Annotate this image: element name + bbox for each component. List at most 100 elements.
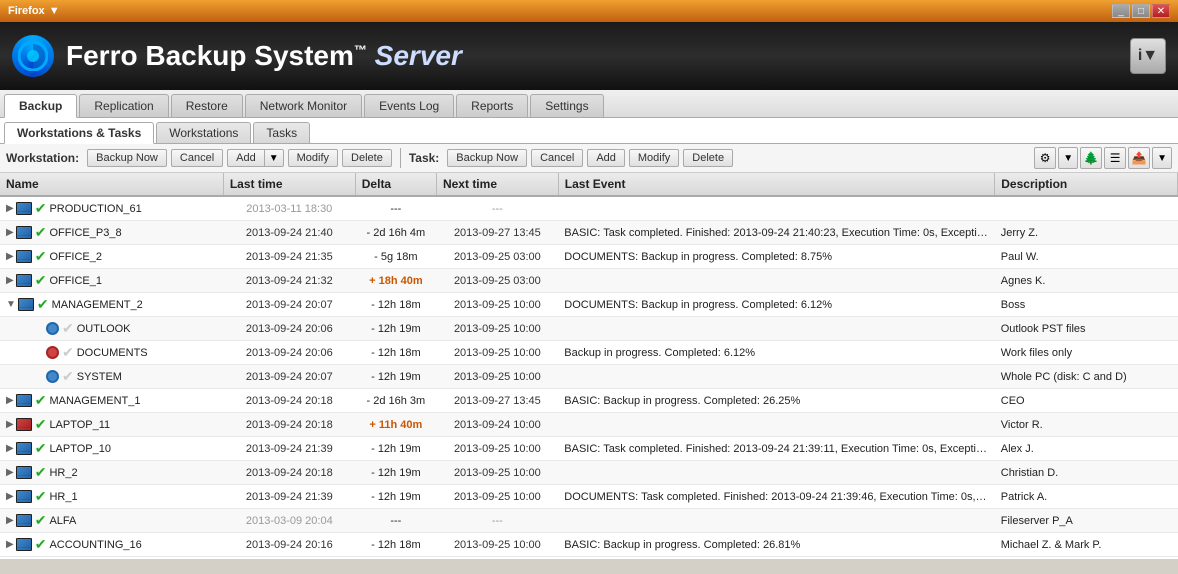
settings-icon-btn[interactable]: ⚙: [1034, 147, 1056, 169]
window-controls: _ □ ✕: [1112, 4, 1170, 18]
subtab-tasks[interactable]: Tasks: [253, 122, 310, 143]
firefox-dropdown-arrow[interactable]: ▼: [49, 5, 60, 17]
row-name: OFFICE_P3_8: [49, 227, 121, 239]
task-backup-now-button[interactable]: Backup Now: [447, 149, 527, 167]
toolbar-right-icons: ⚙ ▼ 🌲 ☰ 📤 ▼: [1034, 147, 1172, 169]
tab-backup[interactable]: Backup: [4, 94, 77, 118]
expand-icon[interactable]: ▶: [6, 467, 14, 478]
expand-icon[interactable]: ▶: [6, 515, 14, 526]
delta-cell: - 5g 18m: [355, 245, 436, 269]
status-ok-icon: ✔: [35, 272, 47, 289]
table-row[interactable]: ✔ OUTLOOK 2013-09-24 20:06 - 12h 19m 201…: [0, 317, 1178, 341]
name-cell: ✔ OUTLOOK: [0, 317, 223, 341]
delta-cell: ---: [355, 509, 436, 533]
collapse-icon[interactable]: ▼: [6, 299, 16, 310]
firefox-bar: Firefox ▼ _ □ ✕: [0, 0, 1178, 22]
modify-button[interactable]: Modify: [288, 149, 338, 167]
delta-cell: - 2d 16h 4m: [355, 221, 436, 245]
description-cell: Fileserver P_A: [995, 509, 1178, 533]
delta-plus: + 18h 40m: [369, 275, 423, 287]
table-row[interactable]: ▶ ✔ ACCOUNTING_16 2013-09-24 20:16 - 12h…: [0, 533, 1178, 557]
last-event-cell: [558, 413, 994, 437]
settings-dropdown[interactable]: ▼: [1058, 147, 1078, 169]
status-ok-icon: ✔: [35, 248, 47, 265]
close-button[interactable]: ✕: [1152, 4, 1170, 18]
last-time-cell: 2013-09-24 20:18: [223, 413, 355, 437]
name-cell: ▶ ✔ ACCOUNTING_16: [0, 533, 223, 557]
expand-icon[interactable]: ▶: [6, 395, 14, 406]
table-row[interactable]: ▼ ✔ MANAGEMENT_2 2013-09-24 20:07 - 12h …: [0, 293, 1178, 317]
task-delete-button[interactable]: Delete: [683, 149, 733, 167]
info-button[interactable]: i ▼: [1130, 38, 1166, 74]
description-cell: Boss: [995, 293, 1178, 317]
last-event-cell: DOCUMENTS: Backup in progress. Completed…: [558, 245, 994, 269]
expand-icon[interactable]: ▶: [6, 491, 14, 502]
expand-icon[interactable]: ▶: [6, 203, 14, 214]
task-cancel-button[interactable]: Cancel: [531, 149, 583, 167]
subtab-workstations[interactable]: Workstations: [156, 122, 251, 143]
list-icon-btn[interactable]: ☰: [1104, 147, 1126, 169]
tab-events-log[interactable]: Events Log: [364, 94, 454, 117]
expand-icon[interactable]: ▶: [6, 419, 14, 430]
last-time-cell: 2013-09-24 21:32: [223, 269, 355, 293]
table-row[interactable]: ▶ ✔ LAPTOP_11 2013-09-24 20:18 + 11h 40m…: [0, 413, 1178, 437]
description-cell: Christian D.: [995, 461, 1178, 485]
status-ok-icon: ✔: [35, 416, 47, 433]
last-time-cell: 2013-09-24 21:39: [223, 485, 355, 509]
expand-icon[interactable]: ▶: [6, 275, 14, 286]
add-dropdown-button[interactable]: ▼: [264, 149, 284, 167]
backup-now-button[interactable]: Backup Now: [87, 149, 167, 167]
last-event-cell: [558, 509, 994, 533]
expand-icon[interactable]: ▶: [6, 227, 14, 238]
delta-cell: + 11h 40m: [355, 413, 436, 437]
add-button[interactable]: Add: [227, 149, 264, 167]
delta-cell: - 12h 18m: [355, 533, 436, 557]
tab-reports[interactable]: Reports: [456, 94, 528, 117]
delete-button[interactable]: Delete: [342, 149, 392, 167]
last-event-cell: DOCUMENTS: Task completed. Finished: 201…: [558, 485, 994, 509]
tree-icon-btn[interactable]: 🌲: [1080, 147, 1102, 169]
table-row[interactable]: ▶ ✔ OFFICE_2 2013-09-24 21:35 - 5g 18m 2…: [0, 245, 1178, 269]
col-nexttime: Next time: [436, 173, 558, 196]
export-dropdown[interactable]: ▼: [1152, 147, 1172, 169]
status-ok-icon: ✔: [35, 512, 47, 529]
table-row[interactable]: ▶ ✔ LAPTOP_10 2013-09-24 21:39 - 12h 19m…: [0, 437, 1178, 461]
expand-icon[interactable]: ▶: [6, 443, 14, 454]
last-event-cell: BASIC: Task completed. Finished: 2013-09…: [558, 437, 994, 461]
delta-minus: - 5g 18m: [374, 251, 417, 263]
minimize-button[interactable]: _: [1112, 4, 1130, 18]
tab-restore[interactable]: Restore: [171, 94, 243, 117]
firefox-button[interactable]: Firefox ▼: [8, 5, 60, 17]
name-cell: ▶ ✔ HR_1: [0, 485, 223, 509]
next-time-cell: 2013-09-24 10:00: [436, 413, 558, 437]
tab-settings[interactable]: Settings: [530, 94, 603, 117]
task-add-button[interactable]: Add: [587, 149, 625, 167]
table-row[interactable]: ▶ ✔ ALFA 2013-03-09 20:04 --- --- Filese…: [0, 509, 1178, 533]
row-name: OFFICE_2: [49, 251, 102, 263]
col-lastevent: Last Event: [558, 173, 994, 196]
cancel-button[interactable]: Cancel: [171, 149, 223, 167]
expand-icon[interactable]: ▶: [6, 251, 14, 262]
export-icon-btn[interactable]: 📤: [1128, 147, 1150, 169]
row-name: OFFICE_1: [49, 275, 102, 287]
maximize-button[interactable]: □: [1132, 4, 1150, 18]
table-row[interactable]: ▶ ✔ MANAGEMENT_1 2013-09-24 20:18 - 2d 1…: [0, 389, 1178, 413]
tab-replication[interactable]: Replication: [79, 94, 168, 117]
table-row[interactable]: ▶ ✔ PRODUCTION_61 2013-03-11 18:30 --- -…: [0, 196, 1178, 221]
next-time-cell: 2013-09-25 10:00: [436, 485, 558, 509]
table-row[interactable]: ▶ ✔ HR_2 2013-09-24 20:18 - 12h 19m 2013…: [0, 461, 1178, 485]
expand-icon[interactable]: ▶: [6, 539, 14, 550]
table-row[interactable]: ✔ DOCUMENTS 2013-09-24 20:06 - 12h 18m 2…: [0, 341, 1178, 365]
status-ok-icon: ✔: [37, 296, 49, 313]
toolbar-separator: [400, 148, 401, 168]
name-cell: ▶ ✔ OFFICE_1: [0, 269, 223, 293]
subtab-workstations-&-tasks[interactable]: Workstations & Tasks: [4, 122, 154, 144]
next-time-cell: ---: [436, 509, 558, 533]
task-modify-button[interactable]: Modify: [629, 149, 679, 167]
table-row[interactable]: ▶ ✔ OFFICE_P3_8 2013-09-24 21:40 - 2d 16…: [0, 221, 1178, 245]
table-row[interactable]: ✔ SYSTEM 2013-09-24 20:07 - 12h 19m 2013…: [0, 365, 1178, 389]
table-row[interactable]: ▶ ✔ HR_1 2013-09-24 21:39 - 12h 19m 2013…: [0, 485, 1178, 509]
tab-network-monitor[interactable]: Network Monitor: [245, 94, 362, 117]
last-event-cell: [558, 365, 994, 389]
table-row[interactable]: ▶ ✔ OFFICE_1 2013-09-24 21:32 + 18h 40m …: [0, 269, 1178, 293]
